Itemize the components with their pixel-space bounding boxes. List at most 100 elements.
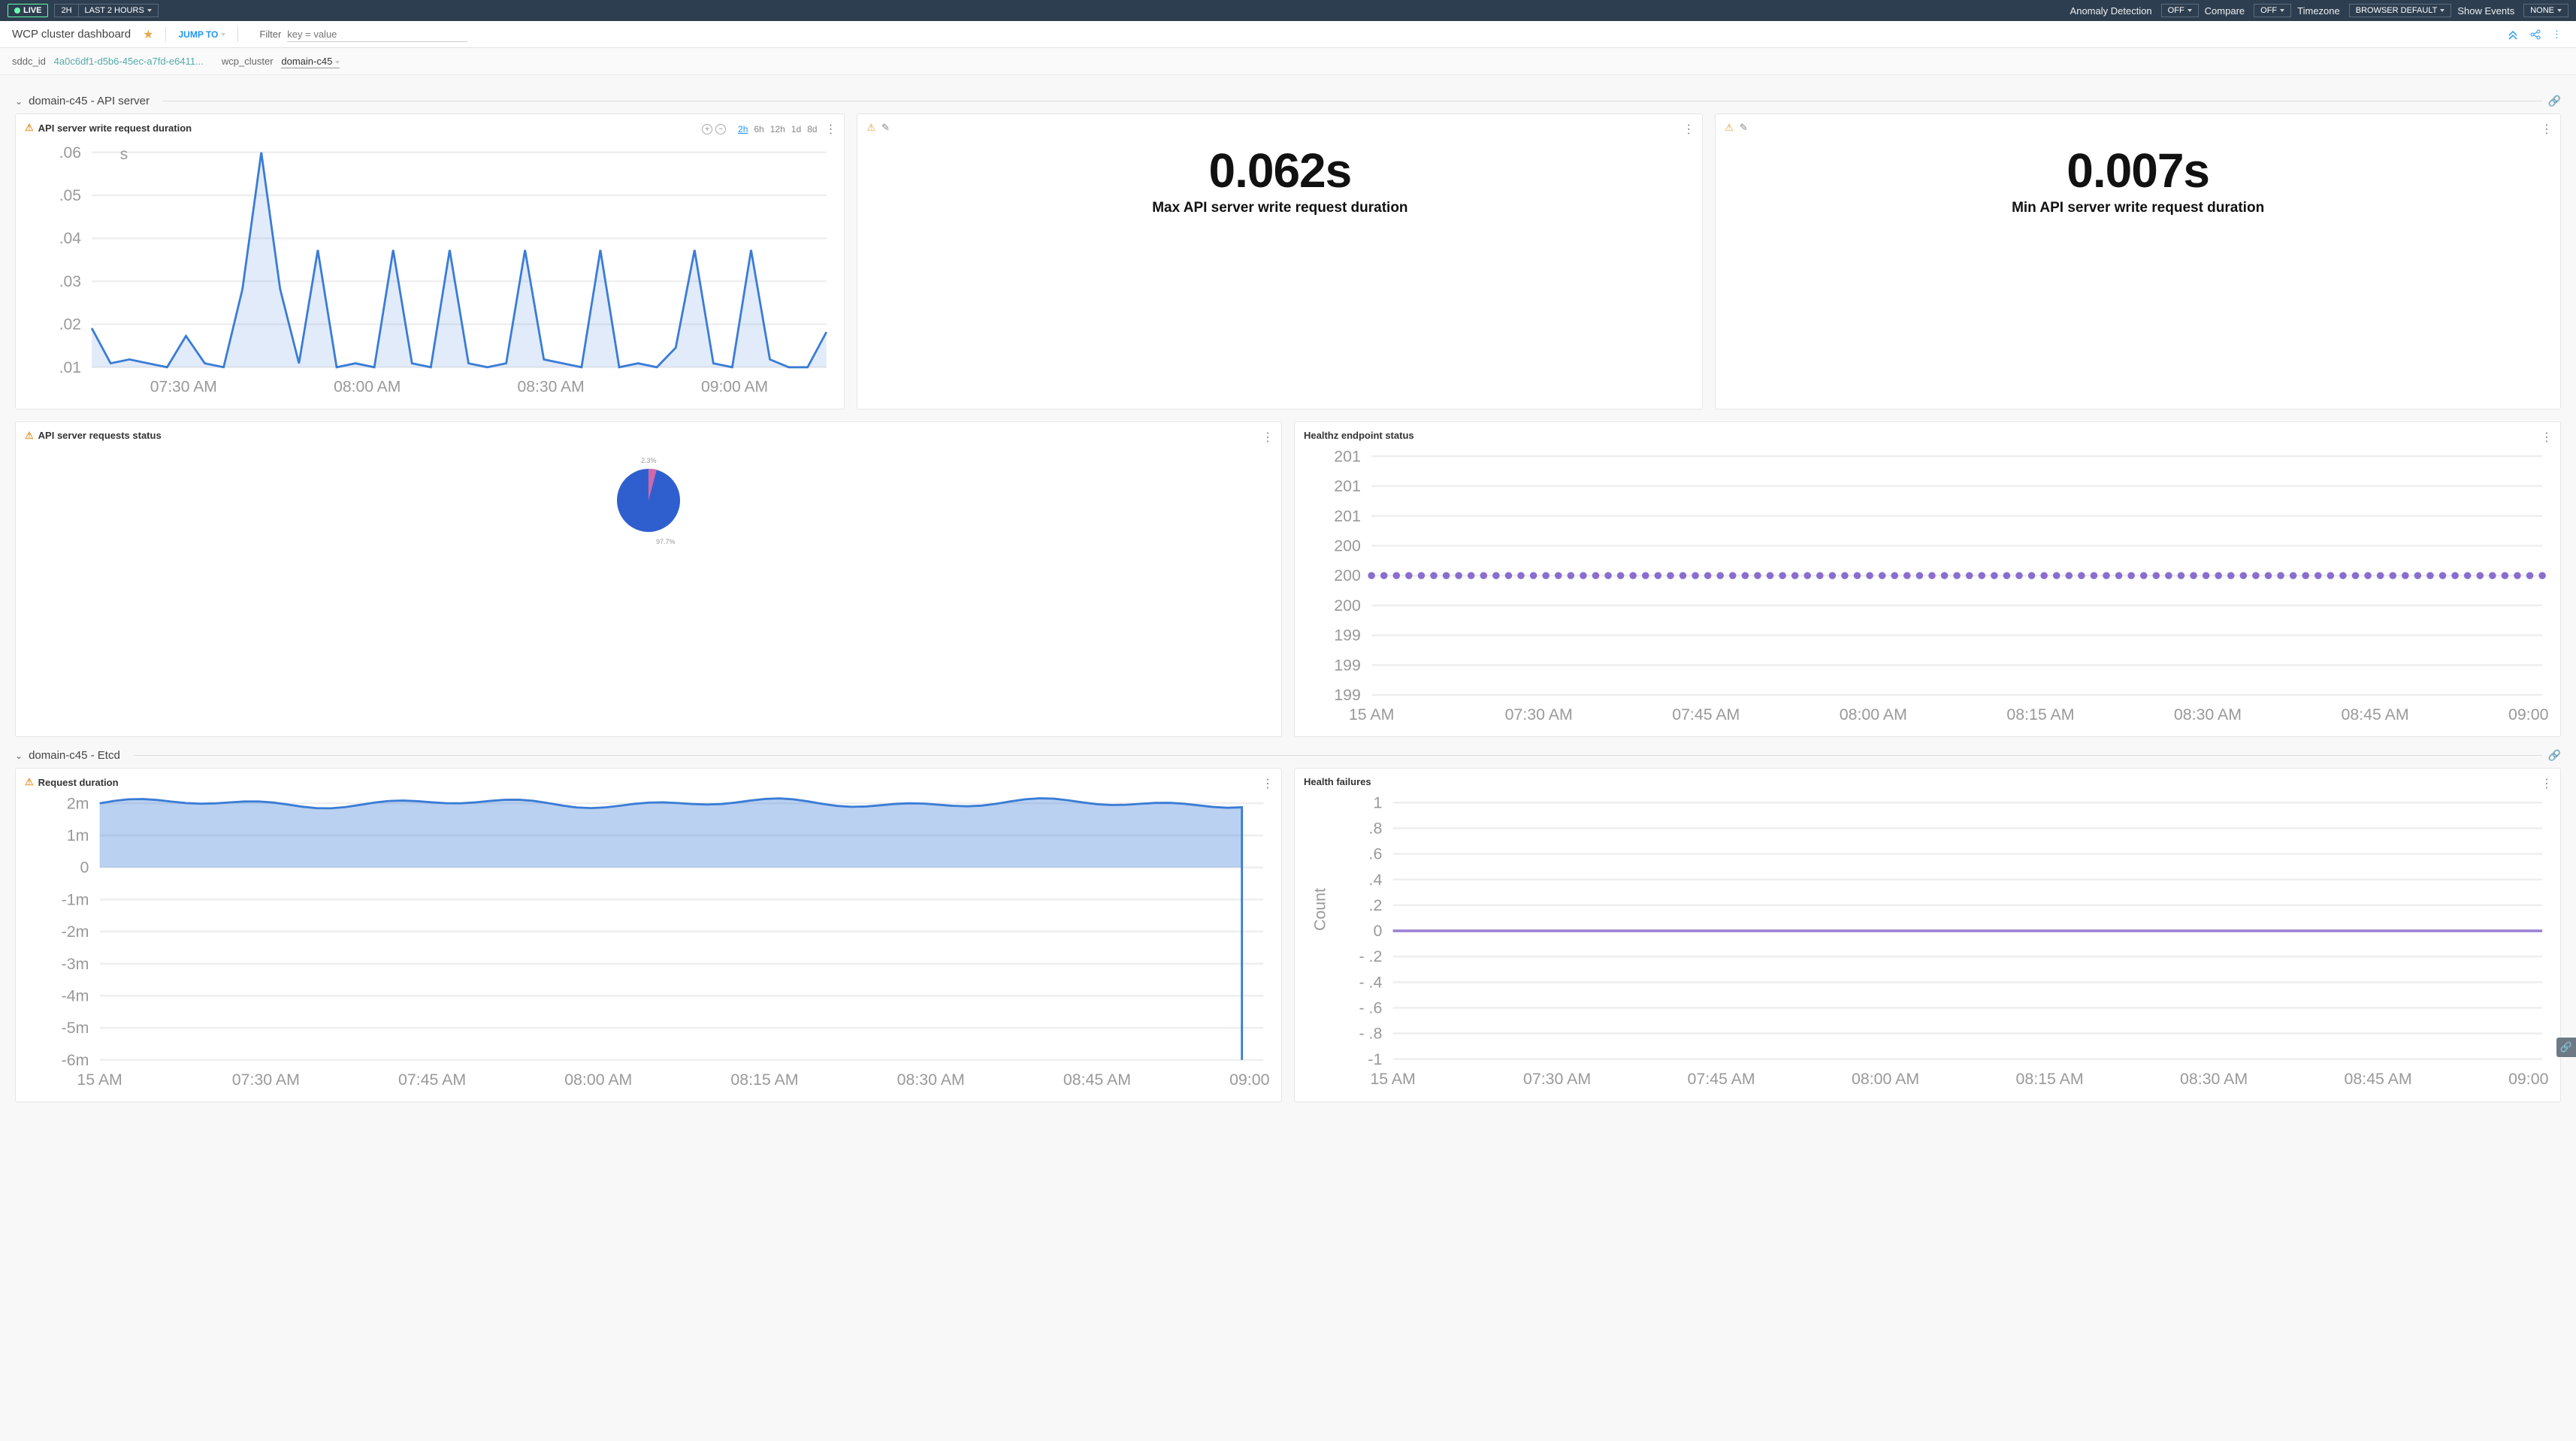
var-value[interactable]: 4a0c6df1-d5b6-45ec-a7fd-e6411...: [54, 56, 204, 67]
svg-text:-3m: -3m: [62, 955, 89, 973]
svg-text:.03: .03: [59, 273, 81, 290]
kebab-icon[interactable]: ⋮: [2541, 776, 2553, 791]
svg-text:15 AM: 15 AM: [1349, 705, 1394, 724]
kebab-icon[interactable]: ⋮: [1683, 122, 1695, 137]
warn-icon: ⚠: [25, 776, 34, 788]
link-icon[interactable]: 🔗: [2548, 749, 2561, 762]
time-range-group: 2H LAST 2 HOURS: [54, 4, 158, 17]
svg-text:07:30 AM: 07:30 AM: [1523, 1070, 1591, 1088]
svg-text:08:15 AM: 08:15 AM: [2016, 1070, 2084, 1088]
share-icon[interactable]: [2529, 29, 2541, 41]
float-link-icon[interactable]: 🔗: [2556, 1038, 2576, 1057]
panel-etcd-req: ⚠ Request duration ⋮ -6m-5m-4m-3m-2m-1m0…: [15, 768, 1282, 1102]
kebab-icon[interactable]: ⋮: [824, 122, 836, 137]
panel-row: ⚠ API server write request duration + − …: [15, 113, 2561, 409]
edit-icon[interactable]: ✎: [881, 122, 890, 134]
dashboard-title: WCP cluster dashboard: [12, 28, 131, 41]
svg-text:.6: .6: [1369, 845, 1383, 863]
events-dropdown[interactable]: NONE: [2523, 4, 2568, 17]
panel-min-stat: ⋮ ⚠ ✎ 0.007s Min API server write reques…: [1715, 113, 2561, 409]
section-title: domain-c45 - Etcd: [29, 749, 120, 762]
chevron-down-icon[interactable]: ⌄: [15, 96, 23, 107]
kebab-icon[interactable]: ⋮: [1262, 430, 1274, 445]
time-opt[interactable]: 1d: [791, 124, 801, 134]
svg-text:.8: .8: [1369, 820, 1383, 838]
svg-text:09:00 AM: 09:00 AM: [1229, 1071, 1272, 1089]
svg-text:08:00 AM: 08:00 AM: [334, 379, 401, 396]
var-wcp: wcp_cluster domain-c45: [222, 56, 340, 67]
live-badge[interactable]: LIVE: [8, 4, 48, 17]
var-value-dropdown[interactable]: domain-c45: [281, 56, 340, 68]
svg-text:1m: 1m: [67, 826, 89, 844]
svg-text:07:30 AM: 07:30 AM: [232, 1071, 300, 1089]
svg-text:0: 0: [80, 859, 89, 877]
section-title: domain-c45 - API server: [29, 95, 150, 107]
filter-input[interactable]: [287, 27, 467, 42]
stat-value: 0.007s: [1725, 143, 2551, 198]
panel-etcd-health: Health failures ⋮ -1- .8- .6- .4- .20.2.…: [1294, 768, 2561, 1102]
svg-text:- .2: - .2: [1359, 947, 1383, 965]
section-header-etcd: ⌄ domain-c45 - Etcd 🔗: [15, 749, 2561, 762]
section-header-api: ⌄ domain-c45 - API server 🔗: [15, 95, 2561, 107]
svg-text:07:45 AM: 07:45 AM: [1688, 1070, 1755, 1088]
svg-text:08:30 AM: 08:30 AM: [518, 379, 585, 396]
svg-text:08:00 AM: 08:00 AM: [1840, 705, 1907, 724]
svg-text:07:45 AM: 07:45 AM: [398, 1071, 466, 1089]
svg-text:07:30 AM: 07:30 AM: [1505, 705, 1573, 724]
section-rule: [134, 755, 2542, 756]
panel-row: ⚠ API server requests status ⋮ 2.3% 97.7…: [15, 421, 2561, 737]
anomaly-label: Anomaly Detection: [2070, 5, 2152, 17]
svg-text:199: 199: [1334, 626, 1361, 644]
link-icon[interactable]: 🔗: [2548, 95, 2561, 107]
pie-chart: 2.3% 97.7%: [588, 454, 709, 551]
panel-title: Request duration: [38, 777, 119, 788]
collapse-icon[interactable]: [2507, 29, 2519, 41]
svg-text:200: 200: [1334, 536, 1361, 554]
kebab-icon[interactable]: ⋮: [2541, 430, 2553, 445]
jump-to-dropdown[interactable]: JUMP TO: [178, 29, 225, 40]
svg-text:201: 201: [1334, 447, 1361, 465]
anomaly-dropdown[interactable]: OFF: [2161, 4, 2199, 17]
range-short-button[interactable]: 2H: [54, 4, 77, 17]
svg-text:08:45 AM: 08:45 AM: [2345, 1070, 2412, 1088]
compare-dropdown[interactable]: OFF: [2254, 4, 2291, 17]
svg-text:1: 1: [1373, 793, 1382, 811]
svg-text:08:45 AM: 08:45 AM: [1063, 1071, 1131, 1089]
stat-label: Min API server write request duration: [1725, 200, 2551, 216]
divider: [237, 27, 238, 42]
panel-row: ⚠ Request duration ⋮ -6m-5m-4m-3m-2m-1m0…: [15, 768, 2561, 1102]
kebab-icon[interactable]: ⋮: [2541, 122, 2553, 137]
svg-text:0: 0: [1373, 922, 1382, 940]
divider: [165, 27, 166, 42]
svg-text:- .6: - .6: [1359, 999, 1383, 1017]
svg-text:.02: .02: [59, 316, 81, 334]
range-full-dropdown[interactable]: LAST 2 HOURS: [78, 4, 159, 17]
zoom-out-icon[interactable]: −: [715, 124, 726, 134]
star-icon[interactable]: ★: [143, 27, 153, 42]
kebab-icon[interactable]: ⋮: [1262, 776, 1274, 791]
kebab-icon[interactable]: ⋮: [2552, 29, 2564, 41]
area-chart: -6m-5m-4m-3m-2m-1m01m2m15 AM07:30 AM07:4…: [25, 793, 1272, 1095]
panel-title: API server requests status: [38, 430, 162, 441]
warn-icon: ⚠: [25, 430, 34, 442]
time-opt[interactable]: 2h: [738, 124, 748, 134]
timezone-dropdown[interactable]: BROWSER DEFAULT: [2349, 4, 2452, 17]
panel-title: Health failures: [1304, 776, 1371, 787]
time-opt[interactable]: 6h: [754, 124, 763, 134]
svg-text:.2: .2: [1369, 896, 1383, 914]
time-opt[interactable]: 8d: [807, 124, 817, 134]
edit-icon[interactable]: ✎: [1740, 122, 1748, 134]
chevron-down-icon[interactable]: ⌄: [15, 751, 23, 761]
zoom-in-icon[interactable]: +: [702, 124, 712, 134]
panel-req-status: ⚠ API server requests status ⋮ 2.3% 97.7…: [15, 421, 1282, 737]
svg-text:08:30 AM: 08:30 AM: [2174, 705, 2242, 724]
panel-max-stat: ⋮ ⚠ ✎ 0.062s Max API server write reques…: [857, 113, 1703, 409]
panel-title: Healthz endpoint status: [1304, 430, 1414, 441]
svg-text:07:30 AM: 07:30 AM: [150, 379, 217, 396]
live-label: LIVE: [23, 6, 41, 15]
time-opt[interactable]: 12h: [770, 124, 785, 134]
var-name: wcp_cluster: [222, 56, 274, 67]
svg-text:09:00 AM: 09:00 AM: [2508, 705, 2551, 724]
svg-text:200: 200: [1334, 597, 1361, 615]
svg-text:08:00 AM: 08:00 AM: [564, 1071, 632, 1089]
